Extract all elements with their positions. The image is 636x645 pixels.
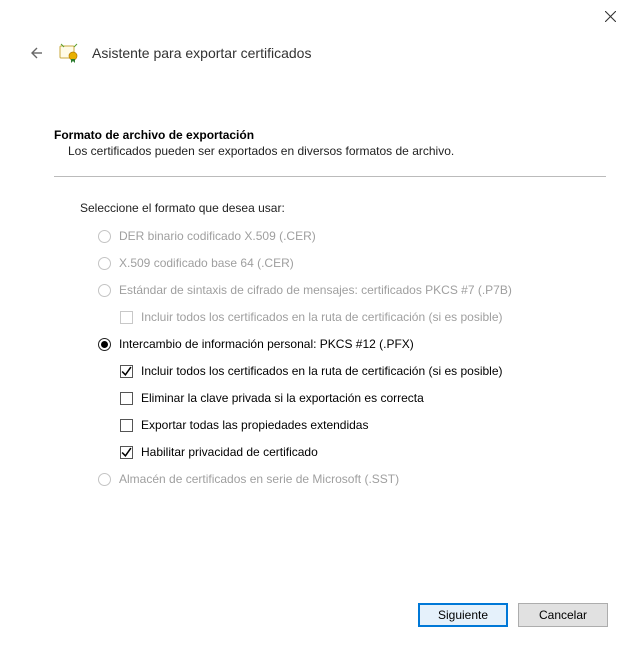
checkbox-label: Eliminar la clave privada si la exportac… — [141, 391, 424, 406]
radio-label: Estándar de sintaxis de cifrado de mensa… — [119, 283, 512, 298]
cancel-button[interactable]: Cancelar — [518, 603, 608, 627]
section-title: Formato de archivo de exportación — [54, 128, 606, 142]
format-prompt: Seleccione el formato que desea usar: — [80, 201, 606, 215]
radio-icon — [98, 230, 111, 243]
radio-label: DER binario codificado X.509 (.CER) — [119, 229, 316, 244]
checkbox-icon — [120, 392, 133, 405]
check-enable-privacy[interactable]: Habilitar privacidad de certificado — [120, 445, 606, 460]
check-export-extended[interactable]: Exportar todas las propiedades extendida… — [120, 418, 606, 433]
wizard-content: Formato de archivo de exportación Los ce… — [54, 128, 606, 499]
section-description: Los certificados pueden ser exportados e… — [68, 144, 606, 158]
close-icon — [605, 11, 616, 22]
format-options: DER binario codificado X.509 (.CER) X.50… — [98, 229, 606, 487]
check-include-chain[interactable]: Incluir todos los certificados en la rut… — [120, 364, 606, 379]
checkbox-icon — [120, 311, 133, 324]
radio-label: Almacén de certificados en serie de Micr… — [119, 472, 399, 487]
check-pkcs7-include-chain: Incluir todos los certificados en la rut… — [120, 310, 606, 325]
checkbox-icon — [120, 365, 133, 378]
radio-icon — [98, 473, 111, 486]
radio-sst: Almacén de certificados en serie de Micr… — [98, 472, 606, 487]
checkbox-label: Exportar todas las propiedades extendida… — [141, 418, 368, 433]
radio-label: Intercambio de información personal: PKC… — [119, 337, 414, 352]
checkbox-icon — [120, 446, 133, 459]
radio-label: X.509 codificado base 64 (.CER) — [119, 256, 294, 271]
radio-pkcs12[interactable]: Intercambio de información personal: PKC… — [98, 337, 606, 352]
button-bar: Siguiente Cancelar — [418, 603, 608, 627]
separator — [54, 176, 606, 177]
next-button[interactable]: Siguiente — [418, 603, 508, 627]
radio-icon — [98, 284, 111, 297]
back-button[interactable] — [26, 43, 46, 63]
radio-icon — [98, 338, 111, 351]
radio-base64: X.509 codificado base 64 (.CER) — [98, 256, 606, 271]
wizard-window: Asistente para exportar certificados For… — [0, 0, 636, 645]
radio-icon — [98, 257, 111, 270]
checkbox-label: Incluir todos los certificados en la rut… — [141, 310, 503, 325]
radio-der: DER binario codificado X.509 (.CER) — [98, 229, 606, 244]
close-button[interactable] — [596, 6, 624, 26]
certificate-icon — [58, 42, 80, 64]
radio-pkcs7: Estándar de sintaxis de cifrado de mensa… — [98, 283, 606, 298]
checkbox-icon — [120, 419, 133, 432]
checkbox-label: Incluir todos los certificados en la rut… — [141, 364, 503, 379]
check-delete-key[interactable]: Eliminar la clave privada si la exportac… — [120, 391, 606, 406]
wizard-title: Asistente para exportar certificados — [92, 45, 311, 61]
wizard-header: Asistente para exportar certificados — [26, 42, 616, 64]
back-arrow-icon — [28, 45, 44, 61]
checkbox-label: Habilitar privacidad de certificado — [141, 445, 318, 460]
